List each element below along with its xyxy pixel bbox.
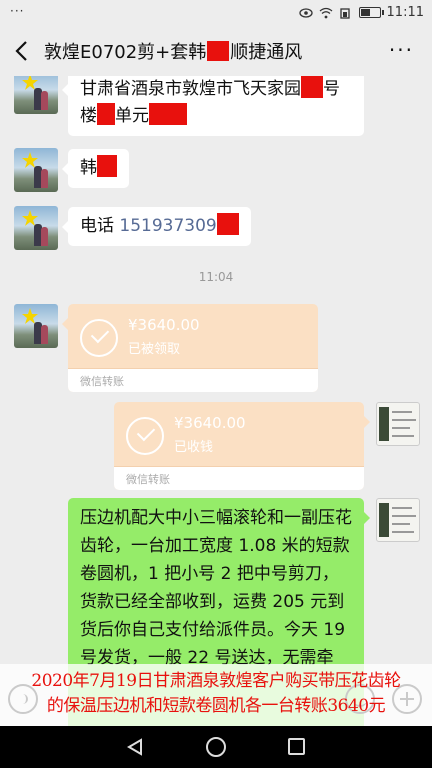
address-line1: 甘肃省酒泉市敦煌市飞天家园 [80,79,301,99]
check-circle-icon [80,319,118,357]
redaction-block [149,103,187,125]
chat-area[interactable]: 甘肃省酒泉市敦煌市飞天家园号 楼单元 韩 电话 151937309 11:04 … [0,76,432,726]
chat-title-prefix: 敦煌E0702剪+套韩 [44,42,207,63]
transfer-footer: 微信转账 [126,473,170,486]
chat-title-suffix: 顺捷通风 [230,42,303,63]
name-text: 韩 [80,158,97,178]
chat-header: 敦煌E0702剪+套韩 顺捷通风 ··· [0,26,432,76]
transfer-card-sent[interactable]: ¥3640.00 已收钱 微信转账 [114,402,370,490]
more-options-button[interactable]: ··· [389,38,414,62]
transfer-card-received[interactable]: ¥3640.00 已被领取 微信转账 [62,304,318,392]
status-time: 11:11 [386,5,424,20]
nav-recents-icon[interactable] [288,738,305,755]
address-line1-tail: 号 [323,79,340,99]
transfer-amount: ¥3640.00 [174,414,246,432]
address-message[interactable]: 甘肃省酒泉市敦煌市飞天家园 号 楼单元 [62,76,364,136]
phone-label: 电话 [80,216,114,236]
transfer-status: 已收钱 [174,440,214,455]
check-circle-icon [126,417,164,455]
nav-back-icon[interactable] [126,738,144,756]
battery-icon [358,7,384,18]
transfer-amount: ¥3640.00 [128,316,200,334]
caption-line1: 2020年7月19日甘肃酒泉敦煌客户购买带压花齿轮 [31,671,401,691]
wifi-icon [319,7,332,18]
transfer-footer: 微信转账 [80,375,124,388]
name-message[interactable]: 韩 [62,149,129,188]
transfer-status: 已被领取 [128,342,181,357]
phone-message[interactable]: 电话 151937309 [62,207,251,246]
caption-line2: 的保温压边机和短款卷圆机各一台转账3640元 [46,696,386,716]
address-line2a: 楼 [80,106,97,126]
status-bar: ··· 11:11 [0,0,432,26]
redaction-block [301,76,323,98]
message-timestamp: 11:04 [198,270,234,284]
signal-icon [339,7,350,19]
contact-avatar[interactable] [14,76,58,114]
nav-home-icon[interactable] [206,737,226,757]
redaction-block [97,103,115,125]
eye-icon [298,7,313,18]
redaction-block [216,213,239,235]
contact-avatar[interactable] [14,206,58,250]
redaction-block [97,155,117,177]
address-line2b: 单元 [115,106,149,126]
phone-number-link[interactable]: 151937309 [119,216,216,236]
chat-title: 敦煌E0702剪+套韩 顺捷通风 [44,38,302,64]
contact-avatar[interactable] [14,148,58,192]
notification-dots: ··· [10,4,25,18]
system-nav-bar [0,726,432,768]
contact-avatar[interactable] [14,304,58,348]
my-avatar[interactable] [376,498,420,542]
back-arrow-icon[interactable] [12,38,34,64]
my-avatar[interactable] [376,402,420,446]
overlay-caption: 2020年7月19日甘肃酒泉敦煌客户购买带压花齿轮 的保温压边机和短款卷圆机各一… [0,664,432,726]
redaction-block [207,41,230,61]
